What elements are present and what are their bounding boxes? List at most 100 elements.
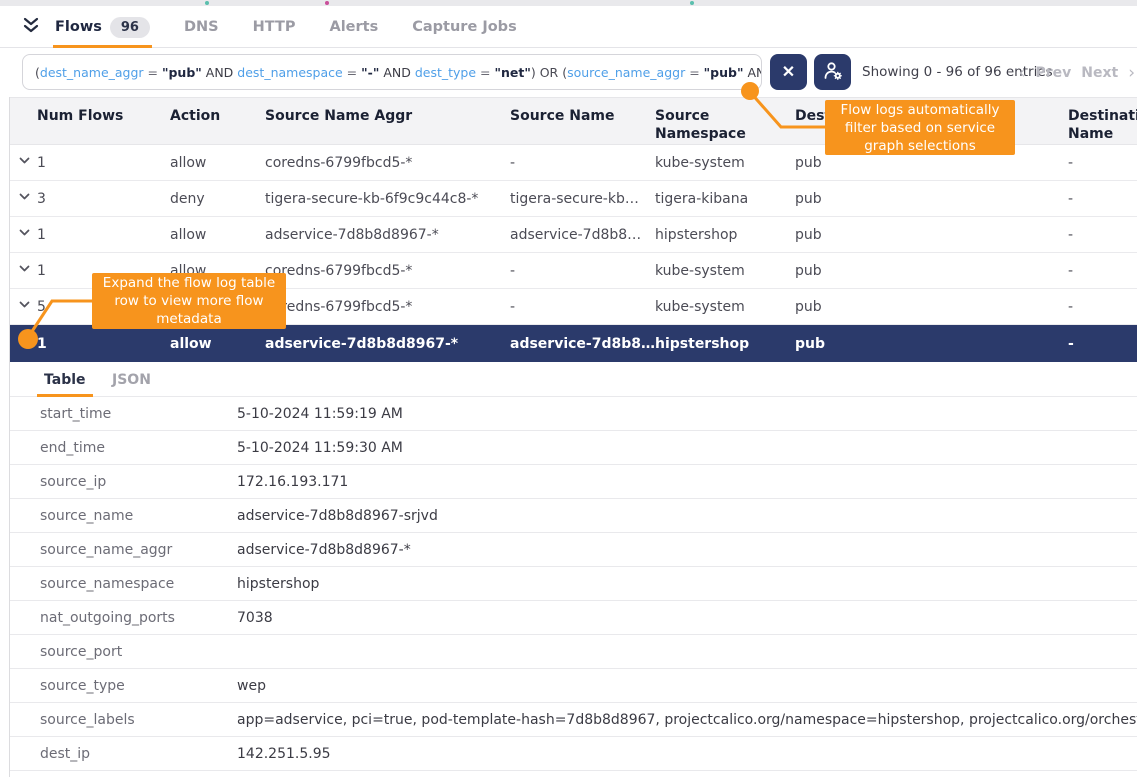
detail-field-key: start_time [40,406,237,422]
flow-logs-panel: Flows96 DNS HTTP Alerts Capture Jobs (dest_n… [0,0,1137,777]
pagination: ‹ Prev Next › [1019,63,1135,83]
table-row[interactable]: 1allowadservice-7d8b8d8967-*adservice-7d… [10,217,1137,253]
detail-field-value: adservice-7d8b8d8967-srjvd [237,508,1137,524]
detail-field-value: 142.251.5.95 [237,746,1137,762]
column-header[interactable]: Action [170,107,265,125]
cell-destination-name: - [1068,155,1137,171]
clear-filter-button[interactable]: ✕ [770,54,807,90]
cell-source-namespace: hipstershop [655,336,795,352]
detail-field-key: source_labels [40,712,237,728]
flow-logs-tabbar: Flows96 DNS HTTP Alerts Capture Jobs [0,6,1137,48]
graph-speck [690,1,694,5]
detail-field-key: nat_outgoing_ports [40,610,237,626]
cell-destination-name: - [1068,336,1137,352]
double-chevron-down-icon [20,22,42,41]
cell-num-flows: 1 [37,336,170,352]
tab-label: HTTP [253,19,296,35]
cell-source-name: - [510,299,655,315]
column-header-label: Action [170,108,220,124]
detail-field-key: end_time [40,440,237,456]
detail-field-key: source_ip [40,474,237,490]
cell-dest-name-aggr: pub [795,191,1068,207]
callout-expand-tip: Expand the flow log table row to view mo… [92,273,286,329]
cell-dest-name-aggr: pub [795,263,1068,279]
detail-field-row: source_namespacehipstershop [10,567,1137,601]
detail-field-row: source_labelsapp=adservice, pci=true, po… [10,703,1137,737]
table-row[interactable]: 1allowadservice-7d8b8d8967-*adservice-7d… [10,325,1137,362]
detail-field-key: dest_ip [40,746,237,762]
tab-dns[interactable]: DNS [182,6,221,48]
filter-query-text: (dest_name_aggr = "pub" AND dest_namespa… [35,65,762,80]
tab-alerts[interactable]: Alerts [327,6,380,48]
prev-chevron-icon[interactable]: ‹ [1019,63,1026,83]
callout-filter-tip: Flow logs automatically filter based on … [825,100,1015,155]
detail-field-key: source_name [40,508,237,524]
table-row[interactable]: 3denytigera-secure-kb-6f9c9c44c8-*tigera… [10,181,1137,217]
collapse-panel-button[interactable] [20,15,42,37]
cell-source-name: adservice-7d8b8… [510,227,655,243]
tab-detail-json[interactable]: JSON [105,362,158,397]
cell-source-name: - [510,263,655,279]
cell-source-name-aggr: coredns-6799fbcd5-* [265,299,510,315]
tab-label: Alerts [329,19,378,35]
cell-destination-name: - [1068,191,1137,207]
expand-row-chevron-icon[interactable] [10,262,37,279]
cell-source-name: adservice-7d8b8… [510,336,655,352]
cell-dest-name-aggr: pub [795,227,1068,243]
next-button[interactable]: Next [1081,65,1118,81]
detail-field-value: 5-10-2024 11:59:30 AM [237,440,1137,456]
column-header[interactable]: Source Name [510,107,655,125]
cell-destination-name: - [1068,227,1137,243]
detail-field-row: source_typewep [10,669,1137,703]
graph-speck [325,1,329,5]
detail-field-value: 172.16.193.171 [237,474,1137,490]
tab-label: DNS [184,19,219,35]
filter-query-input[interactable]: (dest_name_aggr = "pub" AND dest_namespa… [22,54,762,90]
tab-flows[interactable]: Flows96 [53,6,152,48]
detail-field-value: hipstershop [237,576,1137,592]
tab-detail-table[interactable]: Table [37,362,93,397]
cell-source-namespace: hipstershop [655,227,795,243]
detail-field-key: source_type [40,678,237,694]
expand-row-chevron-icon[interactable] [10,298,37,315]
filter-toolbar: (dest_name_aggr = "pub" AND dest_namespa… [0,48,1137,97]
expand-row-chevron-icon[interactable] [10,226,37,243]
detail-field-key: source_name_aggr [40,542,237,558]
column-header[interactable]: Source Name Aggr [265,107,510,125]
cell-num-flows: 1 [37,227,170,243]
flow-detail-fields: start_time5-10-2024 11:59:19 AMend_time5… [10,397,1137,771]
user-gear-icon [822,60,844,85]
column-header[interactable]: Source Namespace [655,107,795,143]
column-header-label: Num Flows [37,107,123,125]
cell-source-namespace: kube-system [655,299,795,315]
cell-dest-name-aggr: pub [795,299,1068,315]
detail-field-row: source_ip172.16.193.171 [10,465,1137,499]
prev-button[interactable]: Prev [1035,65,1071,81]
column-header-label: Source Name Aggr [265,108,412,124]
column-header[interactable]: Num Flows [37,107,170,125]
tab-http[interactable]: HTTP [251,6,298,48]
cell-action: allow [170,227,265,243]
cell-num-flows: 3 [37,191,170,207]
tab-count-badge: 96 [110,17,150,38]
callout-expand-tip-text: Expand the flow log table row to view mo… [102,274,276,328]
close-icon: ✕ [782,62,795,82]
detail-field-key: source_namespace [40,576,237,592]
detail-field-row: source_name_aggradservice-7d8b8d8967-* [10,533,1137,567]
cell-source-name-aggr: coredns-6799fbcd5-* [265,263,510,279]
expand-row-chevron-icon[interactable] [10,190,37,207]
tab-capture-jobs[interactable]: Capture Jobs [410,6,518,48]
flows-table-body: 1allowcoredns-6799fbcd5-*-kube-systempub… [10,145,1137,362]
detail-field-row: start_time5-10-2024 11:59:19 AM [10,397,1137,431]
cell-destination-name: - [1068,263,1137,279]
next-chevron-icon[interactable]: › [1128,63,1135,83]
column-header-label: Source Name [510,108,615,124]
column-header[interactable]: Destination Name [1068,107,1137,143]
detail-field-row: nat_outgoing_ports7038 [10,601,1137,635]
cell-dest-name-aggr: pub [795,155,1068,171]
expand-row-chevron-icon[interactable] [10,154,37,171]
column-header-label: Destination Name [1068,107,1137,143]
detail-field-row: source_nameadservice-7d8b8d8967-srjvd [10,499,1137,533]
user-settings-button[interactable] [814,54,851,90]
detail-field-row: end_time5-10-2024 11:59:30 AM [10,431,1137,465]
